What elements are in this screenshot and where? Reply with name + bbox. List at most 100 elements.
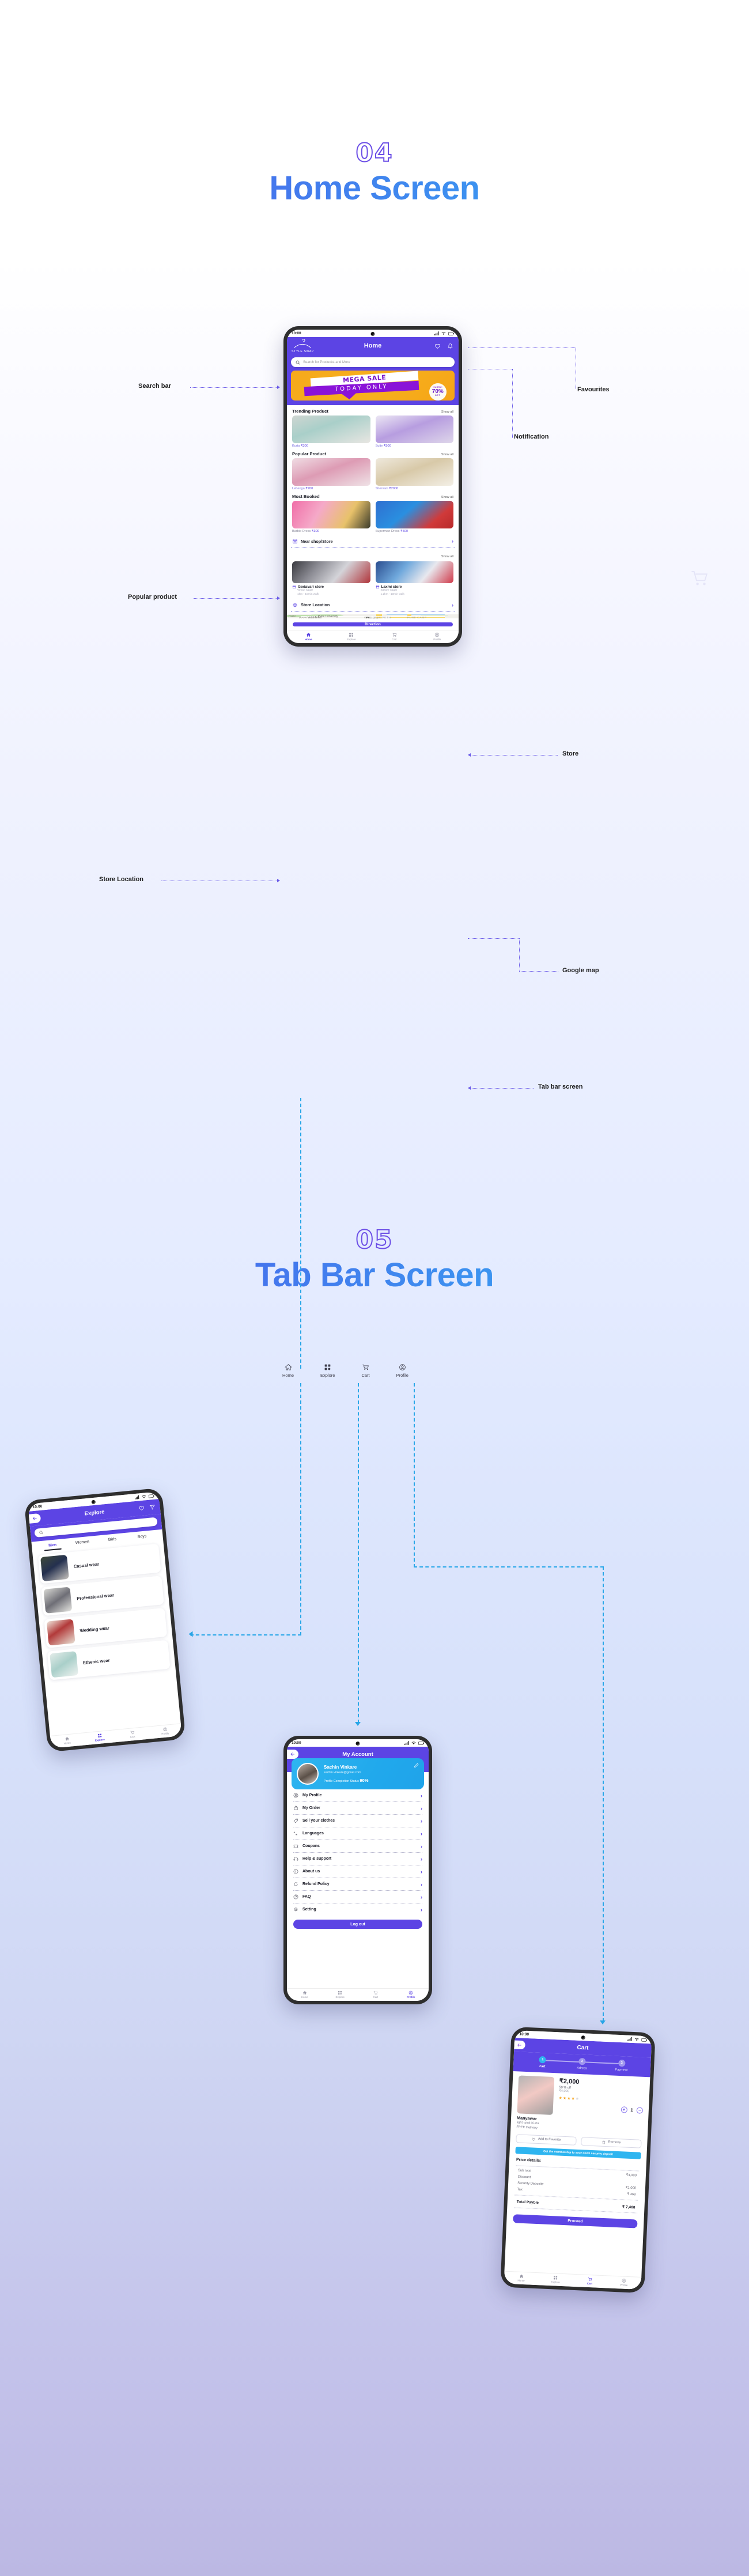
tab-girls[interactable]: Girls [97,1536,127,1546]
tab-label: Cart [130,1735,135,1739]
section-04-title: 04 Home Screen [0,138,749,207]
product-card[interactable]: Barbie Dress ₹300 [292,501,370,533]
tab-profile[interactable]: Profile [416,632,459,641]
arrow-icon [277,879,280,882]
step-number: 1 [539,2056,547,2064]
filter-icon[interactable] [149,1504,156,1510]
tab-cart[interactable]: Cart [358,1990,394,1999]
step-payment[interactable]: 3 Payment [602,2059,642,2073]
legend-label: Explore [320,1373,335,1378]
heart-icon[interactable] [138,1505,145,1512]
bell-icon[interactable] [447,343,453,349]
tab-profile[interactable]: Profile [394,1990,429,1999]
tab-home[interactable]: Home [287,632,330,641]
add-to-favorite-button[interactable]: Add to Favorite [516,2134,577,2146]
tab-cart[interactable]: Cart [573,2276,607,2286]
near-shop-row[interactable]: Near shop/Store › [287,533,459,547]
legend-item-home[interactable]: Home [282,1363,294,1378]
tab-home[interactable]: Home [504,2273,539,2283]
menu-item-faq[interactable]: FAQ › [287,1891,429,1903]
product-card[interactable]: Superman Dress ₹500 [375,501,453,533]
increase-quantity-icon[interactable]: + [621,2106,627,2113]
heart-icon[interactable] [434,343,441,349]
menu-item-refund-policy[interactable]: Refund Policy › [287,1878,429,1890]
tab-women[interactable]: Women [67,1539,98,1549]
user-profile-card[interactable]: Sachin Vinkare sachin.vinkare@gmail.com … [292,1758,424,1789]
legend-item-profile[interactable]: Profile [396,1363,408,1378]
tab-home[interactable]: Home [50,1735,84,1746]
tab-boys[interactable]: Boys [127,1533,157,1543]
product-card[interactable]: Suite ₹500 [375,416,453,448]
arrow-icon [277,596,280,600]
menu-item-help-support[interactable]: Help & support › [287,1853,429,1865]
menu-label: My Profile [302,1793,322,1797]
menu-item-languages[interactable]: Aअ Languages › [287,1827,429,1840]
back-button[interactable] [28,1513,41,1524]
edit-icon[interactable] [414,1762,419,1768]
search-input[interactable]: Search for Productst and More [291,357,455,367]
category-image [50,1651,78,1678]
step-cart[interactable]: 1 cart [523,2056,563,2069]
shop-icon [376,585,379,589]
tab-bar-legend: Home Explore Cart Profile [282,1363,408,1378]
stores-show-all[interactable]: Show all [441,555,453,558]
tab-explore[interactable]: Explore [538,2275,573,2284]
direction-button[interactable]: Direction [293,622,453,626]
store-name: Godavari store [298,585,324,589]
tab-profile[interactable]: Profile [607,2277,641,2287]
chevron-right-icon: › [421,1830,422,1837]
tab-men[interactable]: Men [37,1542,68,1552]
wifi-icon [441,332,446,335]
most-booked-title: Most Booked [292,494,320,499]
menu-item-sell-your-clothes[interactable]: Sell your clothes › [287,1815,429,1827]
store-location-row[interactable]: Store Location › [287,597,459,611]
legend-item-cart[interactable]: Cart [361,1363,370,1378]
back-button[interactable] [510,2040,525,2050]
menu-item-setting[interactable]: Setting › [287,1903,429,1916]
trending-title: Trending Product [292,409,328,414]
wifi-icon [411,1742,416,1745]
menu-item-my-order[interactable]: My Order › [287,1802,429,1814]
tab-label: Cart [587,2282,593,2286]
google-map[interactable]: Pune Pune University Vetal Tekdi KOTHRUD… [287,614,459,618]
tab-cart[interactable]: Cart [373,632,416,641]
flow-arrow-icon [355,1722,361,1726]
tab-explore[interactable]: Explore [83,1732,116,1743]
explore-title: Explore [84,1508,105,1517]
tab-label: Explore [346,638,356,641]
store-card[interactable]: Godavari store Viman nagar 1km - 10min w… [292,561,370,597]
decrease-quantity-icon[interactable]: − [636,2107,644,2114]
leader-line [194,598,278,599]
menu-item-coupans[interactable]: Coupans › [287,1840,429,1852]
tab-profile[interactable]: Profile [148,1725,181,1737]
step-address[interactable]: 2 Adress [562,2057,603,2071]
tab-explore[interactable]: Explore [330,632,373,641]
mega-sale-banner[interactable]: MEGA SALE TODAY ONLY HURRY! 70% OFF [291,371,455,401]
product-card[interactable]: Shervani ₹2000 [375,458,453,490]
proceed-button[interactable]: Proceed [513,2214,638,2228]
legend-item-explore[interactable]: Explore [320,1363,335,1378]
leader-line [470,1088,534,1089]
map-label: KOTHRUD [299,617,317,618]
menu-label: FAQ [302,1895,311,1899]
product-card[interactable]: Lehenga ₹700 [292,458,370,490]
logout-button[interactable]: Log out [293,1920,422,1929]
store-card[interactable]: Laxmi store Sakore nagar 1.2km - 10min w… [375,561,453,597]
faq-icon [293,1894,298,1899]
back-button[interactable] [287,1750,298,1759]
cart-line-item: Manyawar light -pink Kurta FREE Delivery… [510,2071,650,2136]
menu-item-about-us[interactable]: About us › [287,1865,429,1878]
tab-home[interactable]: Home [287,1990,323,1999]
menu-item-my-profile[interactable]: My Profile › [287,1789,429,1801]
most-booked-show-all[interactable]: Show all [441,496,453,499]
popular-show-all[interactable]: Show all [441,453,453,456]
trending-show-all[interactable]: Show all [441,410,453,414]
remove-button[interactable]: Remove [581,2136,642,2148]
quantity-stepper[interactable]: + 1 − [621,2106,644,2114]
product-card[interactable]: Kurta ₹300 [292,416,370,448]
tab-explore[interactable]: Explore [323,1990,358,1999]
refund-icon [294,1882,298,1886]
chevron-right-icon: › [421,1792,422,1799]
tab-cart[interactable]: Cart [116,1728,149,1740]
back-arrow-icon [32,1517,37,1520]
